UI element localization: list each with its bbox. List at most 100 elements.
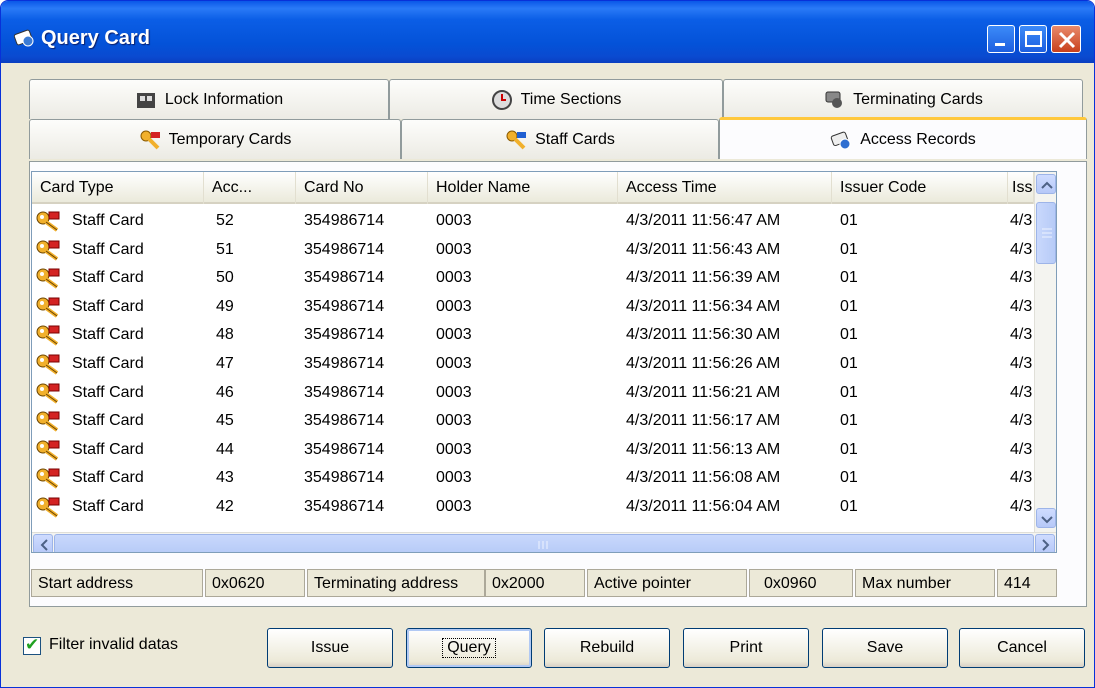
staff-card-icon <box>36 297 60 318</box>
issue-time-cell: 4/3 <box>1010 212 1033 229</box>
tab-staff-cards[interactable]: Staff Cards <box>401 119 719 159</box>
tab-lock-information[interactable]: Lock Information <box>29 79 389 119</box>
table-row[interactable]: Staff Card 51 354986714 0003 4/3/2011 11:56:… <box>32 237 1034 263</box>
table-row[interactable]: Staff Card 47 354986714 0003 4/3/2011 11:56:… <box>32 351 1034 377</box>
tab-time-sections[interactable]: Time Sections <box>389 79 723 119</box>
rebuild-button-label: Rebuild <box>579 639 635 656</box>
column-header-access-no[interactable]: Acc... <box>204 172 296 204</box>
minimize-icon <box>995 43 1005 46</box>
table-row[interactable]: Staff Card 48 354986714 0003 4/3/2011 11:56:… <box>32 322 1034 348</box>
tab-temporary-cards[interactable]: Temporary Cards <box>29 119 401 159</box>
staff-card-icon <box>36 440 60 461</box>
cancel-button[interactable]: Cancel <box>959 628 1085 668</box>
access-time-cell: 4/3/2011 11:56:13 AM <box>626 440 781 458</box>
staff-card-icon <box>36 268 60 289</box>
card-no-cell: 354986714 <box>304 355 385 372</box>
cancel-button-label: Cancel <box>997 639 1047 656</box>
issue-time-cell: 4/3 <box>1010 297 1033 315</box>
holder-name-cell: 0003 <box>436 412 472 430</box>
horizontal-scrollbar[interactable] <box>32 532 1056 552</box>
access-no-cell: 51 <box>216 240 234 258</box>
column-header-card-no[interactable]: Card No <box>296 172 428 204</box>
vertical-scroll-thumb[interactable] <box>1036 202 1056 264</box>
card-no-cell: 354986714 <box>304 469 385 487</box>
issuer-code-cell: 01 <box>840 297 858 315</box>
table-row[interactable]: Staff Card 50 354986714 0003 4/3/2011 11:56:… <box>32 265 1034 291</box>
save-button[interactable]: Save <box>822 628 948 668</box>
query-button-label: Query <box>442 638 496 658</box>
minimize-button[interactable] <box>987 25 1015 53</box>
holder-name-cell: 0003 <box>436 240 472 258</box>
card-no-cell: 354986714 <box>304 383 385 401</box>
horizontal-scroll-thumb[interactable] <box>54 534 1034 552</box>
max-number-value: 414 <box>997 569 1057 597</box>
table-row[interactable]: Staff Card 49 354986714 0003 4/3/2011 11:56:… <box>32 294 1034 320</box>
print-button[interactable]: Print <box>683 628 809 668</box>
issue-button[interactable]: Issue <box>267 628 393 668</box>
arrow-up-icon <box>1041 181 1053 189</box>
issue-time-cell: 4/3 <box>1010 269 1033 287</box>
title-bar[interactable]: Query Card <box>1 1 1094 63</box>
table-row[interactable]: Staff Card 43 354986714 0003 4/3/2011 11:56:… <box>32 465 1034 491</box>
card-type-cell: Staff Card <box>72 412 144 430</box>
access-time-cell: 4/3/2011 11:56:08 AM <box>626 469 781 487</box>
terminating-address-label: Terminating address <box>307 569 485 597</box>
column-header-issuer-code[interactable]: Issuer Code <box>832 172 1008 204</box>
maximize-button[interactable] <box>1019 25 1047 53</box>
column-header-holder-name[interactable]: Holder Name <box>428 172 618 204</box>
card-type-cell: Staff Card <box>72 297 144 315</box>
active-pointer-value: 0x0960 <box>749 569 853 597</box>
table-row[interactable]: Staff Card 42 354986714 0003 4/3/2011 11:56:… <box>32 494 1034 520</box>
access-no-cell: 45 <box>216 412 234 430</box>
table-row[interactable]: Staff Card 46 354986714 0003 4/3/2011 11:56:… <box>32 380 1034 406</box>
issuer-code-cell: 01 <box>840 440 858 458</box>
staff-card-icon <box>36 383 60 404</box>
maximize-icon <box>1025 31 1042 47</box>
access-time-cell: 4/3/2011 11:56:39 AM <box>626 269 781 287</box>
table-row[interactable]: Staff Card 44 354986714 0003 4/3/2011 11:56:… <box>32 437 1034 463</box>
active-pointer-label: Active pointer <box>587 569 747 597</box>
query-button[interactable]: Query <box>406 628 532 668</box>
holder-name-cell: 0003 <box>436 469 472 487</box>
scroll-left-button[interactable] <box>33 534 53 552</box>
scroll-up-button[interactable] <box>1036 174 1056 194</box>
column-header-access-time[interactable]: Access Time <box>618 172 832 204</box>
filter-invalid-label[interactable]: Filter invalid datas <box>49 636 178 654</box>
vertical-scrollbar[interactable] <box>1034 172 1056 532</box>
access-time-cell: 4/3/2011 11:56:34 AM <box>626 297 781 315</box>
table-row[interactable]: Staff Card 45 354986714 0003 4/3/2011 11:56:… <box>32 408 1034 434</box>
start-address-label: Start address <box>31 569 203 597</box>
access-no-cell: 52 <box>216 212 234 229</box>
time-sections-icon <box>491 89 512 110</box>
issue-time-cell: 4/3 <box>1010 469 1033 487</box>
scroll-right-button[interactable] <box>1035 534 1055 552</box>
access-time-cell: 4/3/2011 11:56:17 AM <box>626 412 781 430</box>
issuer-code-cell: 01 <box>840 269 858 287</box>
holder-name-cell: 0003 <box>436 212 472 229</box>
access-no-cell: 50 <box>216 269 234 287</box>
table-row[interactable]: Staff Card 52 354986714 0003 4/3/2011 11:56:… <box>32 208 1034 234</box>
issue-button-label: Issue <box>310 639 350 656</box>
access-records-list[interactable]: Card Type Acc... Card No Holder Name Acc… <box>31 171 1057 553</box>
filter-invalid-checkbox[interactable]: ✔ <box>23 635 41 655</box>
tab-terminating-cards[interactable]: Terminating Cards <box>723 79 1083 119</box>
rebuild-button[interactable]: Rebuild <box>544 628 670 668</box>
access-time-cell: 4/3/2011 11:56:21 AM <box>626 383 781 401</box>
issue-time-cell: 4/3 <box>1010 240 1033 258</box>
issue-time-cell: 4/3 <box>1010 355 1033 372</box>
card-type-cell: Staff Card <box>72 269 144 287</box>
access-no-cell: 42 <box>216 498 234 515</box>
access-time-cell: 4/3/2011 11:56:04 AM <box>626 498 781 515</box>
card-type-cell: Staff Card <box>72 383 144 401</box>
holder-name-cell: 0003 <box>436 383 472 401</box>
column-header-issue-time[interactable]: Iss <box>1008 172 1034 204</box>
column-header-card-type[interactable]: Card Type <box>32 172 204 204</box>
grip-icon <box>538 541 548 549</box>
issue-time-cell: 4/3 <box>1010 440 1033 458</box>
issue-time-cell: 4/3 <box>1010 383 1033 401</box>
tab-access-records[interactable]: Access Records <box>719 117 1087 159</box>
scroll-down-button[interactable] <box>1036 508 1056 528</box>
access-no-cell: 49 <box>216 297 234 315</box>
close-button[interactable] <box>1051 25 1081 53</box>
terminating-address-value: 0x2000 <box>485 569 585 597</box>
